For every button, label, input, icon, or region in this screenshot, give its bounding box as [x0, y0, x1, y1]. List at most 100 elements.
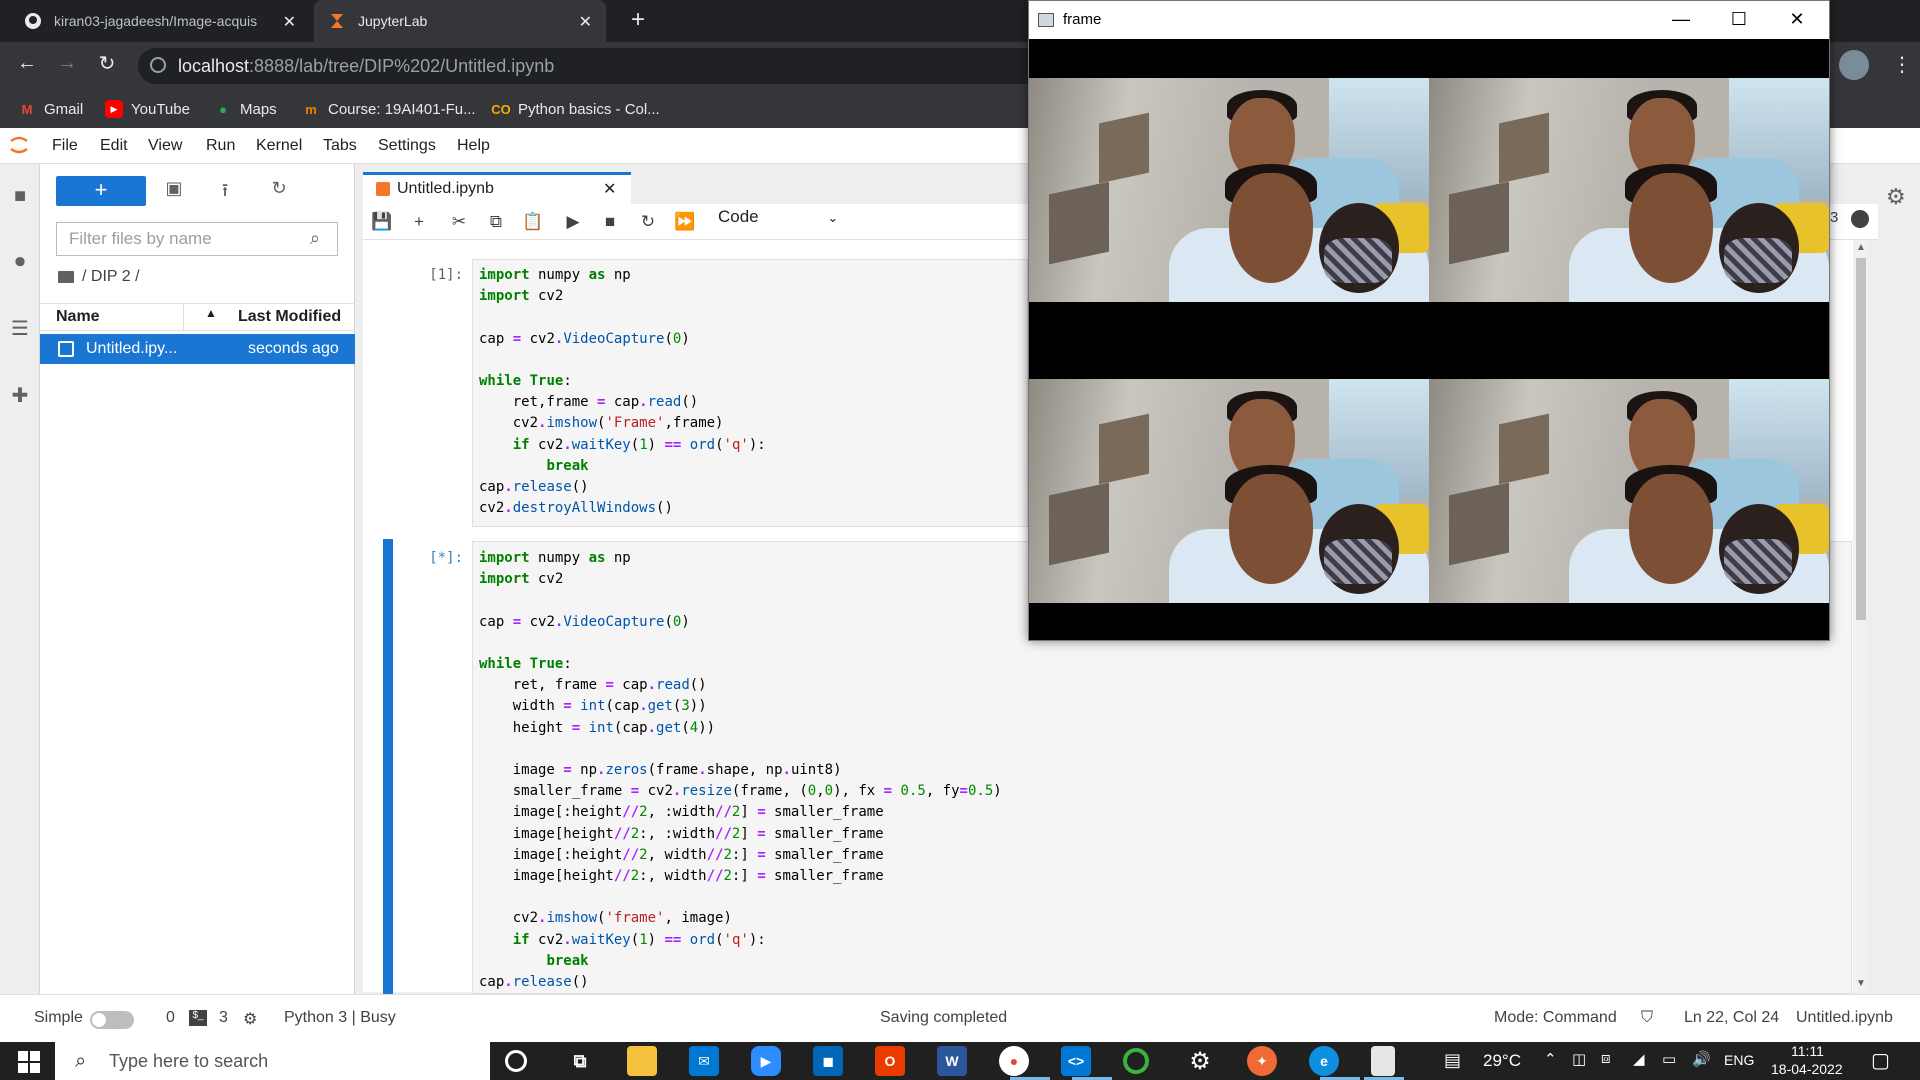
- cell-type-select[interactable]: Code ⌄: [718, 207, 838, 227]
- save-status: Saving completed: [880, 1009, 1008, 1026]
- close-tab-icon[interactable]: ✕: [579, 12, 592, 32]
- new-tab-button[interactable]: +: [625, 8, 651, 34]
- menu-settings[interactable]: Settings: [378, 137, 436, 155]
- notebook-tab[interactable]: Untitled.ipynb ✕: [363, 172, 631, 204]
- scroll-down-icon[interactable]: ▼: [1856, 978, 1866, 989]
- green-app-icon[interactable]: [1123, 1048, 1149, 1074]
- terminal-count[interactable]: 0: [166, 1009, 175, 1027]
- menu-edit[interactable]: Edit: [100, 137, 128, 155]
- restart-icon[interactable]: ↻: [637, 212, 659, 232]
- save-icon[interactable]: 💾: [371, 212, 393, 232]
- settings-icon[interactable]: ⚙: [1185, 1046, 1215, 1076]
- minimize-icon[interactable]: —: [1669, 9, 1693, 30]
- site-info-icon[interactable]: [150, 57, 166, 73]
- notebook-mode[interactable]: Mode: Command: [1494, 1009, 1617, 1027]
- edge-icon[interactable]: e: [1309, 1046, 1339, 1076]
- property-inspector-icon[interactable]: ⚙: [1886, 184, 1906, 210]
- notification-icon[interactable]: ▢: [1871, 1048, 1890, 1073]
- zoom-icon[interactable]: ▶: [751, 1046, 781, 1076]
- battery-icon[interactable]: ▭: [1662, 1050, 1676, 1068]
- volume-icon[interactable]: 🔊: [1692, 1050, 1711, 1068]
- new-launcher-button[interactable]: +: [56, 176, 146, 206]
- code-cell-2-source[interactable]: import numpy as np import cv2 cap = cv2.…: [479, 548, 1002, 993]
- weather-icon[interactable]: ▤: [1444, 1050, 1461, 1071]
- chrome-icon[interactable]: ●: [999, 1046, 1029, 1076]
- bookmark-label: Maps: [240, 100, 277, 118]
- menu-kernel[interactable]: Kernel: [256, 137, 302, 155]
- upload-icon[interactable]: ⭱: [213, 178, 237, 208]
- insert-cell-icon[interactable]: +: [408, 212, 430, 232]
- stop-icon[interactable]: ■: [599, 212, 621, 232]
- new-folder-icon[interactable]: ▣: [162, 178, 186, 199]
- taskbar-search-box[interactable]: Type here to search: [55, 1042, 490, 1080]
- reload-icon[interactable]: ↻: [95, 51, 119, 76]
- scroll-up-icon[interactable]: ▲: [1856, 242, 1866, 253]
- browser-menu-icon[interactable]: ⋮: [1892, 52, 1912, 77]
- menu-file[interactable]: File: [52, 137, 78, 155]
- name-column-header[interactable]: Name: [56, 308, 100, 326]
- copy-icon[interactable]: ⧉: [485, 212, 507, 232]
- browser-tab-github[interactable]: kiran03-jagadeesh/Image-acquis ✕: [10, 0, 310, 42]
- word-icon[interactable]: W: [937, 1046, 967, 1076]
- close-icon[interactable]: ✕: [1785, 9, 1809, 30]
- browser-tab-jupyterlab[interactable]: JupyterLab ✕: [314, 0, 606, 42]
- bookmark-colab[interactable]: CO Python basics - Col...: [491, 90, 659, 128]
- kernel-status[interactable]: Python 3 | Busy: [284, 1009, 396, 1027]
- file-explorer-icon[interactable]: [627, 1046, 657, 1076]
- bookmark-label: Gmail: [44, 100, 84, 118]
- meet-now-icon[interactable]: ◫: [1572, 1050, 1586, 1068]
- profile-avatar[interactable]: [1839, 50, 1869, 80]
- refresh-icon[interactable]: ↻: [267, 178, 291, 199]
- weather-temperature[interactable]: 29°C: [1483, 1051, 1521, 1071]
- extensions-icon[interactable]: ✚: [8, 384, 32, 408]
- network-adapter-icon[interactable]: ⧈: [1601, 1050, 1611, 1067]
- bookmark-gmail[interactable]: M Gmail: [18, 90, 84, 128]
- forward-icon[interactable]: →: [55, 52, 79, 75]
- chevron-up-icon[interactable]: ⌃: [1544, 1050, 1557, 1068]
- paint-icon[interactable]: ✦: [1247, 1046, 1277, 1076]
- bookmark-maps[interactable]: ● Maps: [214, 90, 277, 128]
- clock-date[interactable]: 18-04-2022: [1771, 1061, 1843, 1077]
- opencv-window-taskbar-icon[interactable]: [1371, 1046, 1395, 1076]
- task-view-icon[interactable]: ⧉: [565, 1046, 595, 1076]
- store-icon[interactable]: ◼: [813, 1046, 843, 1076]
- menu-run[interactable]: Run: [206, 137, 235, 155]
- folder-icon[interactable]: ■: [8, 184, 32, 208]
- bookmark-youtube[interactable]: ▶ YouTube: [105, 90, 190, 128]
- maximize-icon[interactable]: ☐: [1727, 9, 1751, 30]
- bookmark-course[interactable]: m Course: 19AI401-Fu...: [302, 90, 475, 128]
- run-icon[interactable]: ▶: [562, 212, 584, 232]
- menu-tabs[interactable]: Tabs: [323, 137, 357, 155]
- menu-help[interactable]: Help: [457, 137, 490, 155]
- table-of-contents-icon[interactable]: ☰: [8, 317, 32, 341]
- trusted-shield-icon[interactable]: ⛉: [1641, 1009, 1653, 1027]
- code-cell-1-source[interactable]: import numpy as np import cv2 cap = cv2.…: [479, 265, 766, 519]
- mail-icon[interactable]: ✉: [689, 1046, 719, 1076]
- cut-icon[interactable]: ✂: [448, 212, 470, 232]
- kernel-count[interactable]: 3: [219, 1009, 228, 1027]
- running-sessions-icon[interactable]: ⏺: [8, 250, 32, 274]
- filter-files-input[interactable]: Filter files by name: [56, 222, 338, 256]
- cortana-icon[interactable]: [505, 1050, 527, 1072]
- kernel-settings-icon[interactable]: ⚙: [243, 1009, 257, 1029]
- scrollbar-thumb[interactable]: [1856, 258, 1866, 620]
- close-tab-icon[interactable]: ✕: [283, 12, 296, 32]
- back-icon[interactable]: ←: [15, 52, 39, 75]
- paste-icon[interactable]: 📋: [522, 212, 544, 232]
- sort-asc-icon[interactable]: ▲: [205, 306, 217, 320]
- cursor-position[interactable]: Ln 22, Col 24: [1684, 1009, 1779, 1027]
- file-row-untitled[interactable]: Untitled.ipy... seconds ago: [40, 334, 355, 364]
- close-icon[interactable]: ✕: [603, 179, 616, 199]
- folder-icon[interactable]: [58, 271, 74, 283]
- language-indicator[interactable]: ENG: [1724, 1052, 1754, 1068]
- opencv-window-titlebar[interactable]: frame — ☐ ✕: [1029, 1, 1829, 39]
- wifi-icon[interactable]: ◢: [1633, 1050, 1645, 1068]
- office-icon[interactable]: O: [875, 1046, 905, 1076]
- modified-column-header[interactable]: Last Modified: [238, 308, 341, 326]
- menu-view[interactable]: View: [148, 137, 182, 155]
- clock-time[interactable]: 11:11: [1791, 1043, 1824, 1059]
- windows-start-icon[interactable]: [18, 1051, 40, 1073]
- breadcrumb-path[interactable]: / DIP 2 /: [82, 268, 140, 286]
- restart-run-all-icon[interactable]: ⏩: [674, 212, 696, 232]
- vscode-icon[interactable]: <>: [1061, 1046, 1091, 1076]
